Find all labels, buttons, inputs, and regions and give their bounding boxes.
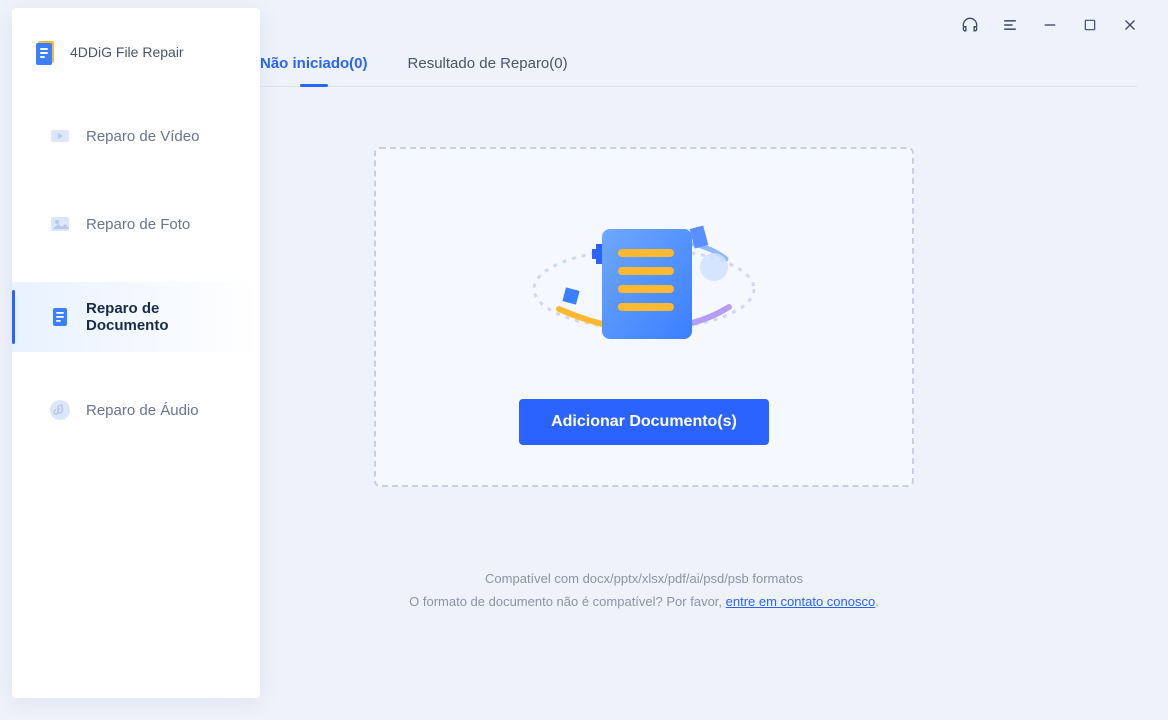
tabs: Não iniciado(0) Resultado de Reparo(0) bbox=[150, 55, 1138, 87]
headset-icon[interactable] bbox=[960, 15, 980, 35]
sidebar-item-label: Reparo de Áudio bbox=[86, 402, 199, 419]
footer-line-2: O formato de documento não é compatível?… bbox=[150, 590, 1138, 613]
sidebar-item-label: Reparo de Documento bbox=[86, 300, 240, 334]
tab-not-started[interactable]: Não iniciado(0) bbox=[260, 55, 368, 86]
video-icon bbox=[48, 124, 72, 148]
sidebar-item-video[interactable]: Reparo de Vídeo bbox=[12, 106, 260, 166]
tab-repair-result[interactable]: Resultado de Reparo(0) bbox=[408, 55, 568, 86]
sidebar: 4DDiG File Repair Reparo de Vídeo Reparo… bbox=[12, 8, 260, 698]
app-title: 4DDiG File Repair bbox=[70, 44, 184, 60]
main-content: Não iniciado(0) Resultado de Reparo(0) bbox=[150, 55, 1138, 700]
footer-text: Compatível com docx/pptx/xlsx/pdf/ai/psd… bbox=[150, 567, 1138, 614]
document-illustration bbox=[514, 189, 774, 369]
menu-icon[interactable] bbox=[1000, 15, 1020, 35]
sidebar-item-document[interactable]: Reparo de Documento bbox=[12, 282, 260, 352]
sidebar-item-label: Reparo de Foto bbox=[86, 216, 190, 233]
sidebar-item-photo[interactable]: Reparo de Foto bbox=[12, 194, 260, 254]
add-document-button[interactable]: Adicionar Documento(s) bbox=[519, 399, 769, 445]
sidebar-item-audio[interactable]: Reparo de Áudio bbox=[12, 380, 260, 440]
contact-link[interactable]: entre em contato conosco bbox=[726, 594, 876, 609]
audio-icon bbox=[48, 398, 72, 422]
titlebar bbox=[960, 0, 1168, 50]
close-icon[interactable] bbox=[1120, 15, 1140, 35]
photo-icon bbox=[48, 212, 72, 236]
dropzone[interactable]: Adicionar Documento(s) bbox=[374, 147, 914, 487]
footer-line-1: Compatível com docx/pptx/xlsx/pdf/ai/psd… bbox=[150, 567, 1138, 590]
maximize-icon[interactable] bbox=[1080, 15, 1100, 35]
sidebar-header: 4DDiG File Repair bbox=[12, 8, 260, 106]
minimize-icon[interactable] bbox=[1040, 15, 1060, 35]
document-icon bbox=[48, 305, 72, 329]
sidebar-item-label: Reparo de Vídeo bbox=[86, 128, 199, 145]
app-logo-icon bbox=[32, 38, 60, 66]
